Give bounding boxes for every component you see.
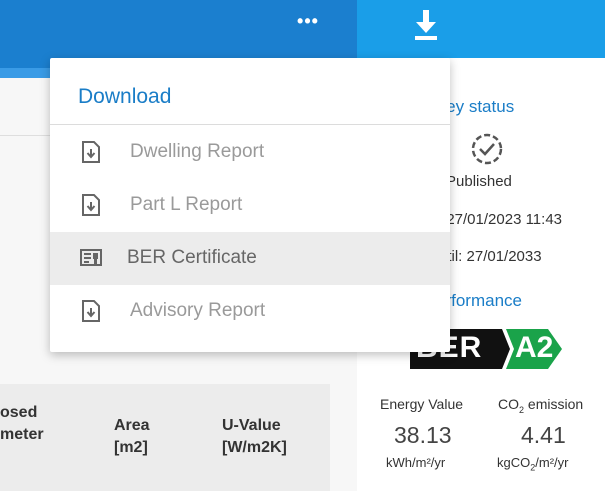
menu-item-label: Dwelling Report [130, 141, 265, 162]
file-download-icon [80, 140, 102, 164]
energy-unit: kWh/m²/yr [386, 455, 446, 470]
co2-unit-text: kgCO [497, 455, 531, 470]
column-header-line: U-Value [222, 417, 281, 434]
check-circle-icon [469, 131, 505, 167]
column-header-line: osed [0, 404, 38, 421]
menu-item-ber-certificate[interactable]: BER Certificate [50, 232, 450, 285]
column-header-area[interactable]: Area [m2] [114, 415, 150, 459]
co2-emission-label: CO2 emission [498, 396, 583, 415]
menu-divider [50, 124, 450, 125]
co2-text: CO [498, 396, 519, 412]
certificate-icon [80, 246, 102, 270]
file-download-icon [80, 299, 102, 323]
published-date: : 27/01/2023 11:43 [438, 211, 562, 228]
column-header-u-value[interactable]: U-Value [W/m2K] [222, 415, 287, 459]
co2-unit-text: /m²/yr [535, 455, 569, 470]
status-value: Published [446, 173, 512, 190]
download-menu: Download Dwelling Report Part L Report B… [50, 58, 450, 352]
menu-item-label: Part L Report [130, 194, 243, 215]
column-header-line: [m2] [114, 439, 148, 456]
column-header-line: [W/m2K] [222, 439, 287, 456]
menu-item-part-l-report[interactable]: Part L Report [50, 179, 450, 232]
file-download-icon [80, 193, 102, 217]
ber-rating-value: A2 [515, 331, 554, 364]
column-header-line: Area [114, 417, 150, 434]
energy-value-label: Energy Value [380, 396, 464, 412]
menu-title: Download [78, 85, 172, 108]
column-header-line: meter [0, 426, 44, 443]
more-options-button[interactable]: ••• [292, 12, 324, 34]
co2-unit: kgCO2/m²/yr [497, 455, 568, 473]
co2-text: emission [524, 396, 584, 412]
menu-item-dwelling-report[interactable]: Dwelling Report [50, 126, 450, 179]
menu-item-label: BER Certificate [127, 247, 257, 268]
download-header [357, 0, 605, 58]
column-header-perimeter[interactable]: osed meter [0, 402, 44, 446]
co2-value: 4.41 [521, 422, 566, 448]
valid-until-date: ntil: 27/01/2033 [439, 248, 542, 265]
download-icon[interactable] [412, 8, 440, 44]
menu-item-advisory-report[interactable]: Advisory Report [50, 285, 450, 338]
energy-value: 38.13 [394, 422, 452, 448]
menu-item-label: Advisory Report [130, 300, 266, 321]
